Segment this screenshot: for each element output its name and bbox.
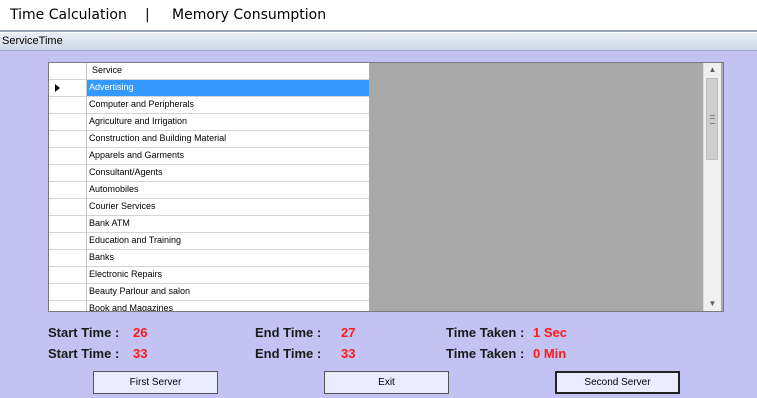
start-time-value-1: 26 — [133, 325, 148, 340]
start-time-label-1: Start Time : — [48, 325, 120, 340]
row-header-corner — [49, 63, 87, 79]
service-grid[interactable]: Service Advertising Computer and Peripher… — [48, 62, 724, 312]
table-row[interactable]: Apparels and Garments — [49, 148, 369, 165]
menu-divider — [0, 30, 757, 32]
menu-separator: | — [145, 7, 150, 23]
table-row[interactable]: Courier Services — [49, 199, 369, 216]
row-header[interactable] — [49, 199, 87, 215]
row-header[interactable] — [49, 165, 87, 181]
exit-button[interactable]: Exit — [324, 371, 449, 394]
row-header[interactable] — [49, 182, 87, 198]
service-cell[interactable]: Automobiles — [89, 184, 139, 194]
scroll-thumb[interactable] — [706, 78, 718, 160]
table-row[interactable]: Consultant/Agents — [49, 165, 369, 182]
table-row[interactable]: Computer and Peripherals — [49, 97, 369, 114]
row-header[interactable] — [49, 233, 87, 249]
table-row[interactable]: Education and Training — [49, 233, 369, 250]
end-time-label-2: End Time : — [255, 346, 322, 361]
scroll-up-arrow-icon[interactable]: ▲ — [704, 63, 721, 77]
service-cell[interactable]: Banks — [89, 252, 114, 262]
service-cell[interactable]: Beauty Parlour and salon — [89, 286, 190, 296]
row-header[interactable] — [49, 250, 87, 266]
panel-title-bar: ServiceTime — [0, 33, 757, 51]
grip-icon — [710, 115, 715, 124]
menu-memory-consumption[interactable]: Memory Consumption — [172, 7, 326, 23]
service-cell[interactable]: Book and Magazines — [89, 303, 173, 311]
table-row[interactable]: Automobiles — [49, 182, 369, 199]
service-cell[interactable]: Electronic Repairs — [89, 269, 162, 279]
row-header[interactable] — [49, 80, 87, 96]
scroll-down-arrow-icon[interactable]: ▼ — [704, 297, 721, 311]
end-time-value-1: 27 — [341, 325, 356, 340]
table-row[interactable]: Agriculture and Irrigation — [49, 114, 369, 131]
menu-bar: Time Calculation | Memory Consumption — [0, 0, 757, 30]
table-row[interactable]: Banks — [49, 250, 369, 267]
service-cell[interactable]: Computer and Peripherals — [89, 99, 194, 109]
service-cell[interactable]: Advertising — [89, 82, 134, 92]
row-header[interactable] — [49, 97, 87, 113]
row-header[interactable] — [49, 267, 87, 283]
grid-header-row: Service — [49, 63, 369, 80]
time-taken-value-1: 1 Sec — [533, 325, 567, 340]
table-row[interactable]: Construction and Building Material — [49, 131, 369, 148]
row-header[interactable] — [49, 131, 87, 147]
time-taken-label-1: Time Taken : — [446, 325, 525, 340]
table-row[interactable]: Electronic Repairs — [49, 267, 369, 284]
row-header[interactable] — [49, 114, 87, 130]
row-header[interactable] — [49, 284, 87, 300]
service-cell[interactable]: Consultant/Agents — [89, 167, 163, 177]
first-server-button[interactable]: First Server — [93, 371, 218, 394]
service-cell[interactable]: Bank ATM — [89, 218, 130, 228]
table-row[interactable]: Beauty Parlour and salon — [49, 284, 369, 301]
start-time-label-2: Start Time : — [48, 346, 120, 361]
column-header-service[interactable]: Service — [92, 65, 122, 75]
end-time-label-1: End Time : — [255, 325, 322, 340]
time-taken-label-2: Time Taken : — [446, 346, 525, 361]
service-cell[interactable]: Agriculture and Irrigation — [89, 116, 187, 126]
table-row[interactable]: Advertising — [49, 80, 369, 97]
menu-time-calculation[interactable]: Time Calculation — [10, 7, 127, 23]
second-server-button[interactable]: Second Server — [555, 371, 680, 394]
panel-title: ServiceTime — [2, 35, 63, 47]
service-cell[interactable]: Construction and Building Material — [89, 133, 226, 143]
start-time-value-2: 33 — [133, 346, 148, 361]
row-header[interactable] — [49, 301, 87, 311]
vertical-scrollbar[interactable]: ▲ ▼ — [703, 63, 721, 311]
end-time-value-2: 33 — [341, 346, 356, 361]
service-cell[interactable]: Courier Services — [89, 201, 156, 211]
row-header[interactable] — [49, 216, 87, 232]
time-taken-value-2: 0 Min — [533, 346, 567, 361]
table-row[interactable]: Bank ATM — [49, 216, 369, 233]
row-pointer-icon — [55, 84, 60, 92]
service-grid-table: Service Advertising Computer and Peripher… — [49, 63, 369, 311]
table-row[interactable]: Book and Magazines — [49, 301, 369, 311]
row-header[interactable] — [49, 148, 87, 164]
service-cell[interactable]: Apparels and Garments — [89, 150, 184, 160]
service-cell[interactable]: Education and Training — [89, 235, 181, 245]
